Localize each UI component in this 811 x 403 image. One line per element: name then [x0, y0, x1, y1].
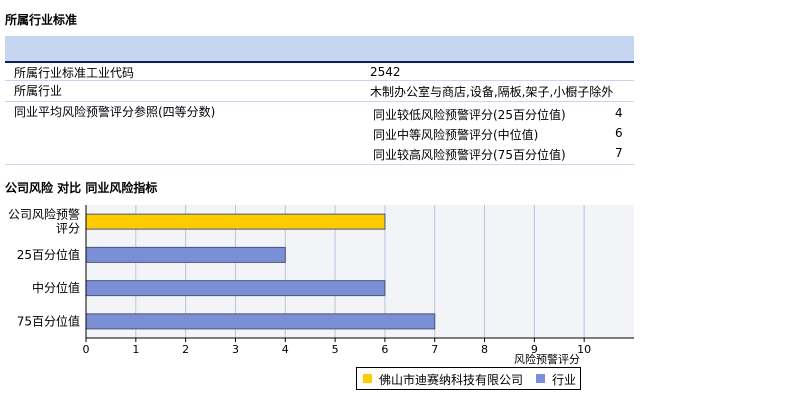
bar-2 [85, 280, 386, 297]
percentile-25-label: 同业较低风险预警评分(25百分位值) [373, 108, 566, 122]
category-label-0: 公司风险预警评分 [8, 207, 80, 236]
category-label-1: 25百分位值 [17, 247, 80, 262]
category-label-2: 中分位值 [32, 280, 80, 295]
legend-label-industry: 行业 [552, 373, 577, 387]
legend-swatch-industry [536, 374, 545, 383]
percentile-50-value: 6 [615, 126, 623, 140]
percentile-50-row: 同业中等风险预警评分(中位值) 6 [373, 126, 623, 143]
x-tick-label-0: 0 [83, 343, 90, 356]
industry-code-value: 2542 [370, 65, 401, 79]
x-axis-label: 风险预警评分 [514, 352, 580, 365]
percentile-75-label: 同业较高风险预警评分(75百分位值) [373, 148, 566, 162]
x-tick-label-2: 2 [182, 343, 189, 356]
x-tick-label-5: 5 [332, 343, 339, 356]
industry-code-label: 所属行业标准工业代码 [14, 66, 135, 80]
x-tick-label-1: 1 [132, 343, 139, 356]
bar-3 [85, 313, 436, 330]
x-tick-label-3: 3 [232, 343, 239, 356]
legend-swatch-company [363, 374, 372, 383]
x-tick-label-4: 4 [282, 343, 289, 356]
category-label-3: 75百分位值 [17, 313, 80, 328]
chart-section-title: 公司风险 对比 同业风险指标 [5, 181, 158, 195]
peer-average-row: 同业平均风险预警评分参照(四等分数) 同业较低风险预警评分(25百分位值) 4 … [5, 102, 634, 165]
x-tick-label-7: 7 [431, 343, 438, 356]
x-tick-label-8: 8 [481, 343, 488, 356]
industry-code-row: 所属行业标准工业代码 2542 [5, 63, 634, 81]
percentile-25-value: 4 [615, 106, 623, 120]
x-tick-label-6: 6 [381, 343, 388, 356]
percentile-75-row: 同业较高风险预警评分(75百分位值) 7 [373, 146, 623, 163]
industry-row: 所属行业 木制办公室与商店,设备,隔板,架子,小橱子除外 [5, 81, 634, 102]
header-band [5, 36, 634, 63]
legend-label-company: 佛山市迪赛纳科技有限公司 [379, 373, 524, 387]
risk-bar-chart: 公司风险预警评分25百分位值中分位值75百分位值0 1 2 3 4 5 6 7 8 9 10风险预警… [8, 205, 634, 365]
industry-value: 木制办公室与商店,设备,隔板,架子,小橱子除外 [370, 85, 614, 99]
chart-legend: 佛山市迪赛纳科技有限公司 行业 [356, 367, 581, 390]
bar-0 [85, 213, 386, 230]
page-title: 所属行业标准 [5, 13, 78, 27]
peer-average-label: 同业平均风险预警评分参照(四等分数) [14, 105, 216, 119]
percentile-25-row: 同业较低风险预警评分(25百分位值) 4 [373, 106, 623, 123]
bar-1 [85, 246, 286, 263]
percentile-75-value: 7 [615, 146, 623, 160]
percentile-50-label: 同业中等风险预警评分(中位值) [373, 128, 539, 142]
industry-label: 所属行业 [14, 84, 63, 98]
